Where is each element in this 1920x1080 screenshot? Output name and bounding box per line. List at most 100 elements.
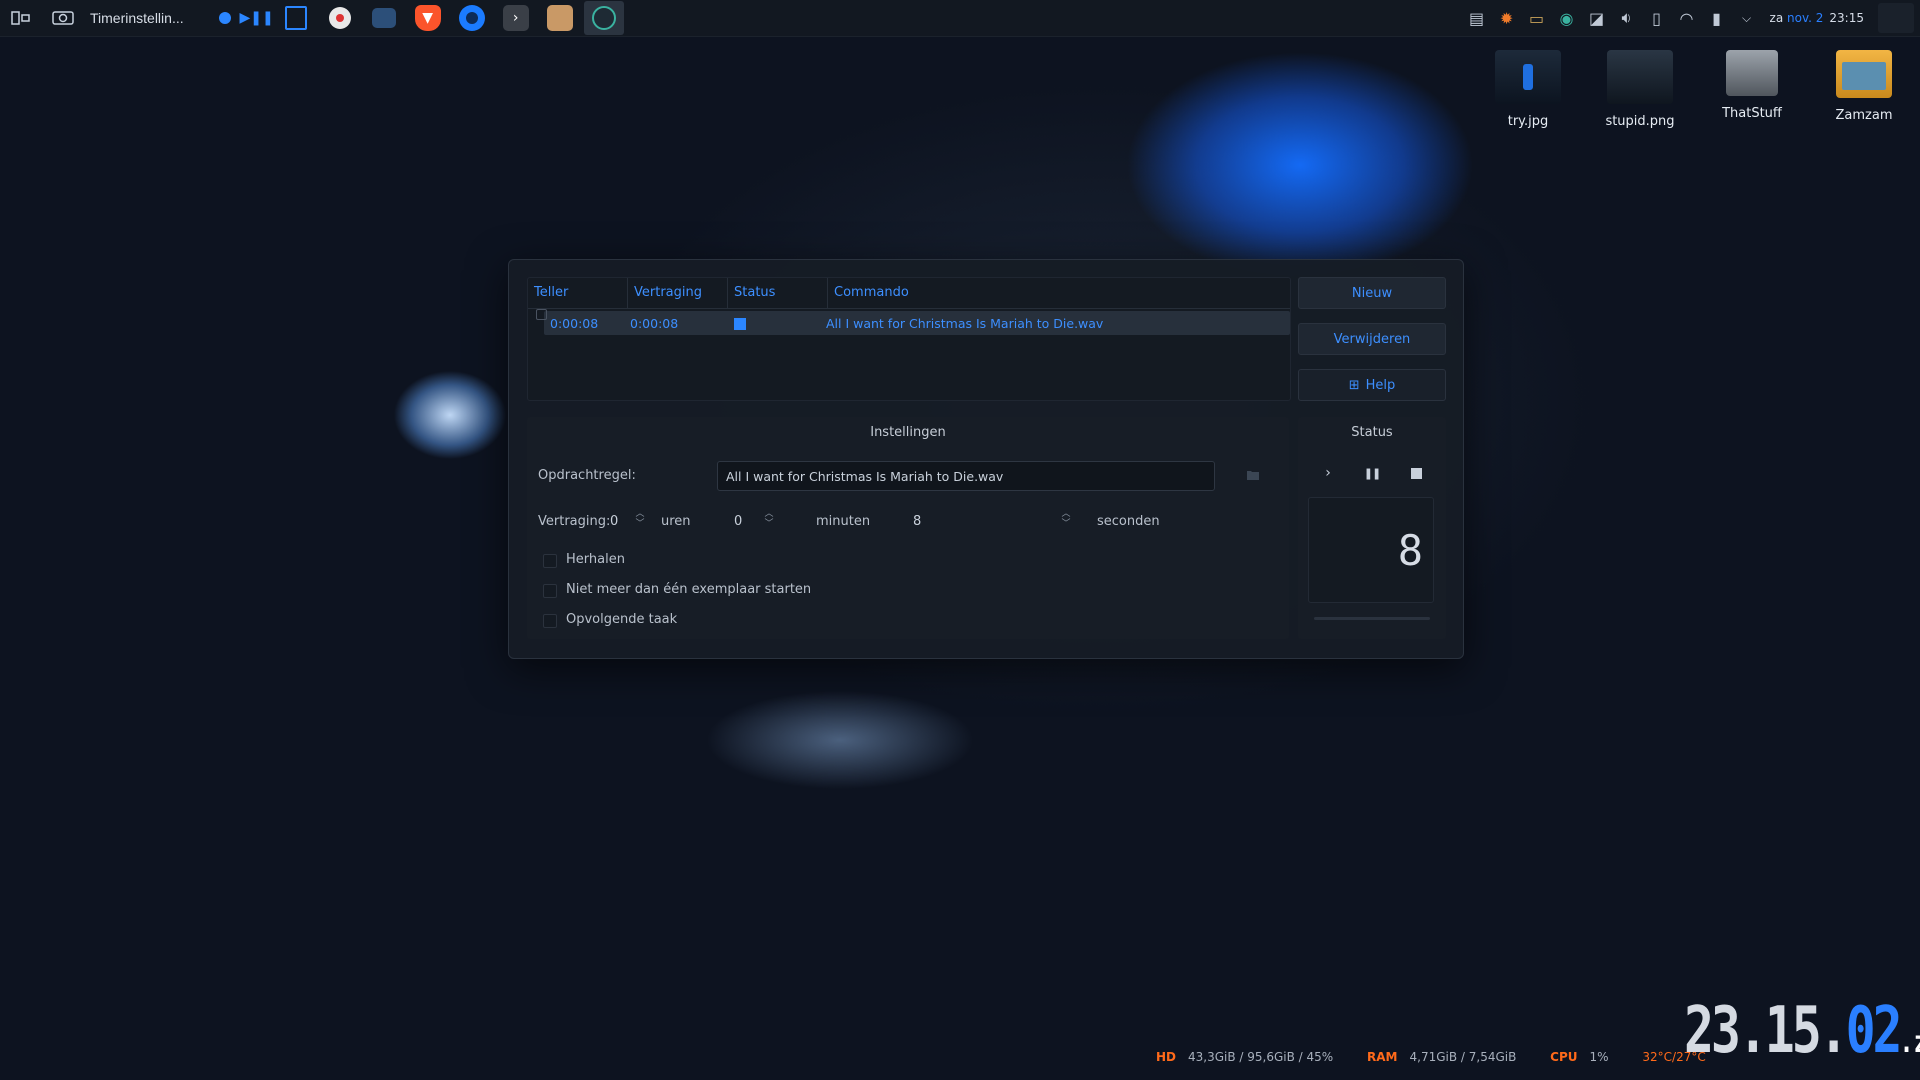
- status-group: Status › ❚❚ 8: [1298, 417, 1446, 639]
- cell-vertraging: 0:00:08: [630, 315, 679, 331]
- pause-button[interactable]: ❚❚: [1358, 461, 1386, 485]
- seconds-label: seconden: [1097, 514, 1160, 529]
- top-panel: Timerinstellin... ▶❚❚ ▼ › ▤ ✹ ▭ ◉ ◪ 🔉︎ ▯…: [0, 0, 1920, 37]
- archive-manager-icon[interactable]: [540, 1, 580, 35]
- display-icon[interactable]: ◪: [1582, 9, 1612, 28]
- minutes-spin-arrows[interactable]: ︿ ﹀: [762, 509, 776, 531]
- desktop-icon-zamzam[interactable]: Zamzam: [1814, 50, 1914, 123]
- file-manager-icon[interactable]: [364, 1, 404, 35]
- cell-status: [724, 316, 820, 331]
- table-header: Teller Vertraging Status Commando: [528, 278, 1290, 309]
- settings-title: Instellingen: [870, 425, 946, 440]
- panel-clock[interactable]: za nov. 2 23:15: [1770, 11, 1864, 25]
- help-icon: ⊞: [1348, 377, 1360, 393]
- folder-icon: [1247, 471, 1259, 480]
- countdown-display: 8: [1308, 497, 1434, 603]
- cell-teller: 0:00:08: [550, 315, 599, 331]
- app-launcher-icon[interactable]: [4, 1, 38, 35]
- new-button[interactable]: Nieuw: [1298, 277, 1446, 309]
- document-viewer-icon[interactable]: [276, 1, 316, 35]
- help-button-label: Help: [1365, 377, 1396, 393]
- stop-button[interactable]: [1402, 461, 1430, 485]
- desktop-icon-label: try.jpg: [1507, 114, 1549, 129]
- browse-folder-button[interactable]: [1243, 465, 1263, 485]
- clock-day: za: [1769, 11, 1784, 25]
- stop-icon: [1410, 467, 1422, 479]
- hours-spinbox[interactable]: 0: [610, 514, 618, 529]
- hours-spin-arrows[interactable]: ︿ ﹀: [633, 509, 647, 531]
- minutes-label: minuten: [816, 514, 871, 529]
- timer-app-icon[interactable]: [583, 1, 624, 35]
- system-tray: ▤ ✹ ▭ ◉ ◪ 🔉︎ ▯ ◠ ▮ ⌵ za nov. 2 23:15: [1462, 0, 1920, 36]
- clock-seconds: 02: [1845, 994, 1903, 1068]
- column-header-status[interactable]: Status: [728, 278, 828, 308]
- battery-icon[interactable]: ▮: [1702, 9, 1732, 28]
- desktop-icon-label: stupid.png: [1605, 114, 1675, 129]
- single-instance-checkbox[interactable]: [543, 584, 557, 598]
- table-row[interactable]: 0:00:08 0:00:08 All I want for Christmas…: [544, 311, 1290, 335]
- record-dot-icon[interactable]: [214, 1, 236, 35]
- desktop-icon-try-jpg[interactable]: try.jpg: [1478, 50, 1578, 129]
- seconds-spinbox[interactable]: 8: [913, 514, 921, 529]
- update-notifier-icon[interactable]: ✹: [1492, 9, 1522, 28]
- timer-settings-window: Teller Vertraging Status Commando 0:00:0…: [508, 259, 1464, 659]
- image-thumbnail-icon: [1495, 50, 1561, 104]
- show-desktop-button[interactable]: [1878, 3, 1914, 33]
- clock-date: nov. 2: [1787, 11, 1824, 25]
- status-active-icon: [734, 318, 746, 330]
- ram-value: 4,71GiB / 7,54GiB: [1409, 1050, 1517, 1064]
- minutes-spinbox[interactable]: 0: [734, 514, 742, 529]
- chevron-down-icon[interactable]: ⌵: [1732, 11, 1762, 26]
- next-task-checkbox[interactable]: [543, 614, 557, 628]
- ram-label: RAM: [1367, 1050, 1398, 1064]
- play-pause-icon[interactable]: ▶❚❚: [240, 1, 274, 35]
- clock-time: 23:15: [1829, 11, 1864, 25]
- command-input[interactable]: [717, 461, 1215, 491]
- hd-value: 43,3GiB / 95,6GiB / 45%: [1188, 1050, 1334, 1064]
- command-label: Opdrachtregel:: [538, 468, 636, 483]
- screenshot-icon[interactable]: [46, 1, 80, 35]
- progress-bar: [1314, 617, 1430, 620]
- clipboard-icon[interactable]: ▤: [1462, 9, 1492, 28]
- repeat-label[interactable]: Herhalen: [566, 552, 625, 567]
- help-button[interactable]: ⊞ Help: [1298, 369, 1446, 401]
- delete-button[interactable]: Verwijderen: [1298, 323, 1446, 355]
- network-manager-icon[interactable]: ◉: [1552, 9, 1582, 28]
- volume-icon[interactable]: 🔉︎: [1612, 8, 1642, 28]
- desktop-icon-stupid-png[interactable]: stupid.png: [1590, 50, 1690, 129]
- next-task-label[interactable]: Opvolgende taak: [566, 612, 677, 627]
- status-title: Status: [1351, 425, 1393, 440]
- phone-connect-icon[interactable]: ▯: [1642, 9, 1672, 28]
- desktop-icon-thatstuff[interactable]: ThatStuff: [1702, 50, 1802, 121]
- active-task-title[interactable]: Timerinstellin...: [90, 10, 184, 26]
- task-table[interactable]: Teller Vertraging Status Commando 0:00:0…: [527, 277, 1291, 401]
- play-button[interactable]: ›: [1314, 461, 1342, 485]
- countdown-value: 8: [1397, 526, 1423, 575]
- desktop-icon-label: ThatStuff: [1722, 106, 1782, 121]
- keyboard-layout-icon[interactable]: ▭: [1522, 9, 1552, 28]
- desktop-icon-label: Zamzam: [1835, 108, 1893, 123]
- disc-app-icon[interactable]: [320, 1, 360, 35]
- firefox-icon[interactable]: [452, 1, 492, 35]
- column-header-teller[interactable]: Teller: [528, 278, 628, 308]
- column-header-vertraging[interactable]: Vertraging: [628, 278, 728, 308]
- brave-browser-icon[interactable]: ▼: [408, 1, 448, 35]
- clock-weekday: .za: [1899, 1025, 1920, 1060]
- image-thumbnail-icon: [1607, 50, 1673, 104]
- hd-label: HD: [1156, 1050, 1177, 1064]
- desktop-clock: 23.15.02.za: [1684, 994, 1920, 1068]
- chevron-right-icon: ›: [1325, 465, 1331, 481]
- settings-group: Instellingen Opdrachtregel: Vertraging: …: [527, 417, 1289, 639]
- wifi-icon[interactable]: ◠: [1672, 9, 1702, 28]
- seconds-spin-arrows[interactable]: ︿ ﹀: [1059, 509, 1073, 531]
- cell-commando: All I want for Christmas Is Mariah to Di…: [826, 315, 1104, 331]
- column-header-commando[interactable]: Commando: [828, 278, 1290, 308]
- single-instance-label[interactable]: Niet meer dan één exemplaar starten: [566, 582, 811, 597]
- hours-label: uren: [661, 514, 691, 529]
- terminal-icon[interactable]: ›: [496, 1, 536, 35]
- folder-icon: [1836, 50, 1892, 98]
- folder-thumbnail-icon: [1726, 50, 1778, 96]
- row-checkbox[interactable]: [536, 309, 547, 320]
- system-monitor: HD 43,3GiB / 95,6GiB / 45% RAM 4,71GiB / 7…: [1156, 1050, 1706, 1064]
- repeat-checkbox[interactable]: [543, 554, 557, 568]
